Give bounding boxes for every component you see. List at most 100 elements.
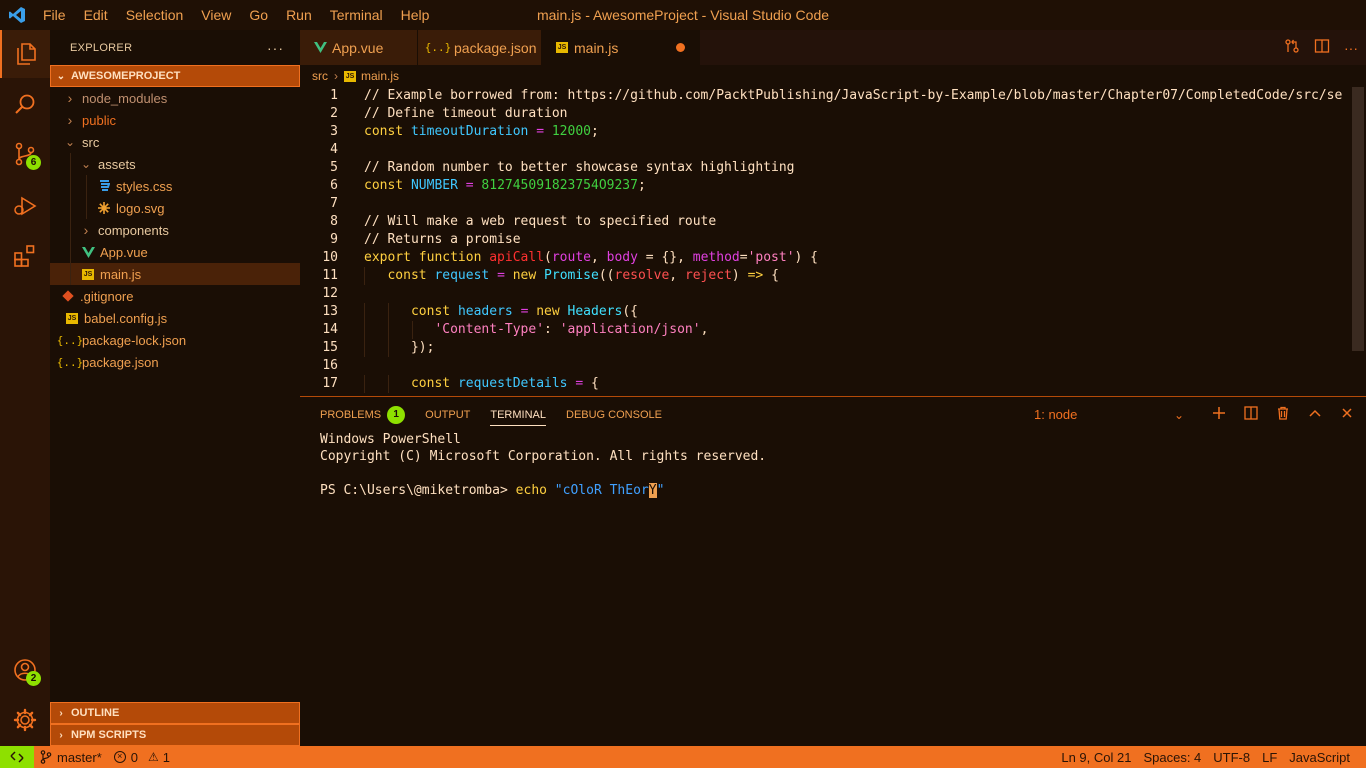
chevron-right-icon: › <box>334 69 338 83</box>
json-icon: {..} <box>424 41 452 54</box>
menu-selection[interactable]: Selection <box>117 0 193 30</box>
extensions-icon[interactable] <box>0 232 50 280</box>
tree-item[interactable]: styles.css <box>50 175 300 197</box>
code-line: 10 export function apiCall(route, body = … <box>300 249 1366 267</box>
new-terminal-icon[interactable] <box>1212 406 1226 423</box>
remote-icon[interactable] <box>0 746 34 768</box>
code-token: const <box>410 376 458 391</box>
tree-item-label: main.js <box>100 266 142 282</box>
indentation[interactable]: Spaces: 4 <box>1137 746 1207 768</box>
split-editor-icon[interactable] <box>1314 38 1330 57</box>
tab-debug-console[interactable]: DEBUG CONSOLE <box>566 397 662 432</box>
menu-view[interactable]: View <box>192 0 240 30</box>
terminal-output[interactable]: Windows PowerShell Copyright (C) Microsof… <box>320 431 766 499</box>
code-token: (( <box>598 268 615 283</box>
tree-item[interactable]: › components <box>50 219 300 241</box>
menu-go[interactable]: Go <box>240 0 277 30</box>
code-text: // Define timeout duration <box>364 105 568 123</box>
code-token: new <box>536 304 568 319</box>
trash-icon[interactable] <box>1276 406 1290 423</box>
tab-app-vue[interactable]: App.vue <box>300 30 418 65</box>
npm-scripts-section-header[interactable]: › NPM SCRIPTS <box>50 724 300 746</box>
code-token: reject <box>684 268 732 283</box>
editor-actions: ··· <box>1284 30 1358 65</box>
menu-terminal[interactable]: Terminal <box>321 0 392 30</box>
code-token: ( <box>544 250 552 265</box>
warning-count: 1 <box>162 749 171 765</box>
vue-icon <box>312 42 328 53</box>
code-token: // Returns a promise <box>364 232 521 247</box>
problems-status[interactable]: × 0 ⚠ 1 <box>108 746 176 768</box>
end-of-line[interactable]: LF <box>1256 746 1283 768</box>
gear-icon[interactable] <box>0 696 50 744</box>
close-icon[interactable] <box>1340 406 1354 423</box>
terminal-select[interactable]: 1: node ⌄ <box>1034 397 1184 432</box>
breadcrumb-folder[interactable]: src <box>312 69 328 83</box>
line-number: 16 <box>322 358 338 373</box>
search-icon[interactable] <box>0 80 50 128</box>
code-text: export function apiCall(route, body = {}… <box>364 249 818 267</box>
tab-terminal[interactable]: TERMINAL <box>490 397 546 432</box>
menu-edit[interactable]: Edit <box>75 0 117 30</box>
tree-item[interactable]: .gitignore <box>50 285 300 307</box>
tab-main-js[interactable]: JS main.js <box>542 30 701 65</box>
tree-item[interactable]: › public <box>50 109 300 131</box>
menu-help[interactable]: Help <box>392 0 439 30</box>
more-actions-icon[interactable]: ··· <box>267 40 284 56</box>
tree-item[interactable]: JS main.js <box>50 263 300 285</box>
javascript-icon: JS <box>82 268 94 280</box>
outline-section-header[interactable]: › OUTLINE <box>50 702 300 724</box>
code-line: 15 }); <box>300 339 1366 357</box>
tab-package-json[interactable]: {..} package.json <box>418 30 542 65</box>
tree-item[interactable]: › node_modules <box>50 87 300 109</box>
accounts-icon[interactable]: 2 <box>0 646 50 694</box>
open-changes-icon[interactable] <box>1284 38 1300 57</box>
code-text: const headers = new Headers({ <box>364 303 638 321</box>
tree-item[interactable]: {..} package-lock.json <box>50 329 300 351</box>
breadcrumb-file[interactable]: main.js <box>361 69 399 83</box>
tree-item[interactable]: App.vue <box>50 241 300 263</box>
code-token: resolve <box>614 268 670 283</box>
more-actions-icon[interactable]: ··· <box>1344 40 1358 56</box>
tab-output[interactable]: OUTPUT <box>425 397 470 432</box>
explorer-icon[interactable] <box>0 30 50 78</box>
indent-guide <box>388 303 389 321</box>
code-token: route <box>551 250 591 265</box>
code-line: 16 <box>300 357 1366 375</box>
code-text: // Example borrowed from: https://github… <box>364 87 1342 105</box>
split-terminal-icon[interactable] <box>1244 406 1258 423</box>
tree-item[interactable]: {..} package.json <box>50 351 300 373</box>
code-token: 'post' <box>747 250 795 265</box>
tree-item[interactable]: ⌄ assets <box>50 153 300 175</box>
code-token: const <box>387 268 435 283</box>
branch-status[interactable]: master* <box>34 746 108 768</box>
run-debug-icon[interactable] <box>0 182 50 230</box>
tab-label: App.vue <box>332 39 384 56</box>
tree-item[interactable]: logo.svg <box>50 197 300 219</box>
project-root-header[interactable]: ⌄ AWESOMEPROJECT <box>50 65 300 87</box>
tree-item[interactable]: JS babel.config.js <box>50 307 300 329</box>
code-token: // Will make a web request to specified … <box>364 214 717 229</box>
encoding[interactable]: UTF-8 <box>1207 746 1256 768</box>
code-token: const <box>364 124 411 139</box>
tree-item[interactable]: ⌄ src <box>50 131 300 153</box>
bottom-panel: PROBLEMS 1 OUTPUT TERMINAL DEBUG CONSOLE… <box>300 396 1366 746</box>
indent-guide <box>70 263 71 285</box>
unsaved-dot-icon[interactable] <box>676 43 686 52</box>
maximize-panel-icon[interactable] <box>1308 406 1322 423</box>
code-token: request <box>434 268 498 283</box>
editor-scrollbar[interactable] <box>1352 87 1364 351</box>
code-token: = <box>465 178 482 193</box>
code-editor[interactable]: 1 // Example borrowed from: https://githu… <box>300 87 1366 396</box>
code-token: { <box>591 376 599 391</box>
javascript-icon: JS <box>556 42 568 53</box>
source-control-icon[interactable]: 6 <box>0 130 50 178</box>
tree-item-label: src <box>82 134 100 150</box>
tab-problems[interactable]: PROBLEMS 1 <box>320 397 406 432</box>
code-token: const <box>364 178 411 193</box>
menu-run[interactable]: Run <box>277 0 321 30</box>
editor-tabs: App.vue {..} package.json JS main.js ··· <box>300 30 1366 65</box>
cursor-position[interactable]: Ln 9, Col 21 <box>1055 746 1137 768</box>
language-mode[interactable]: JavaScript <box>1283 746 1356 768</box>
menu-file[interactable]: File <box>34 0 75 30</box>
